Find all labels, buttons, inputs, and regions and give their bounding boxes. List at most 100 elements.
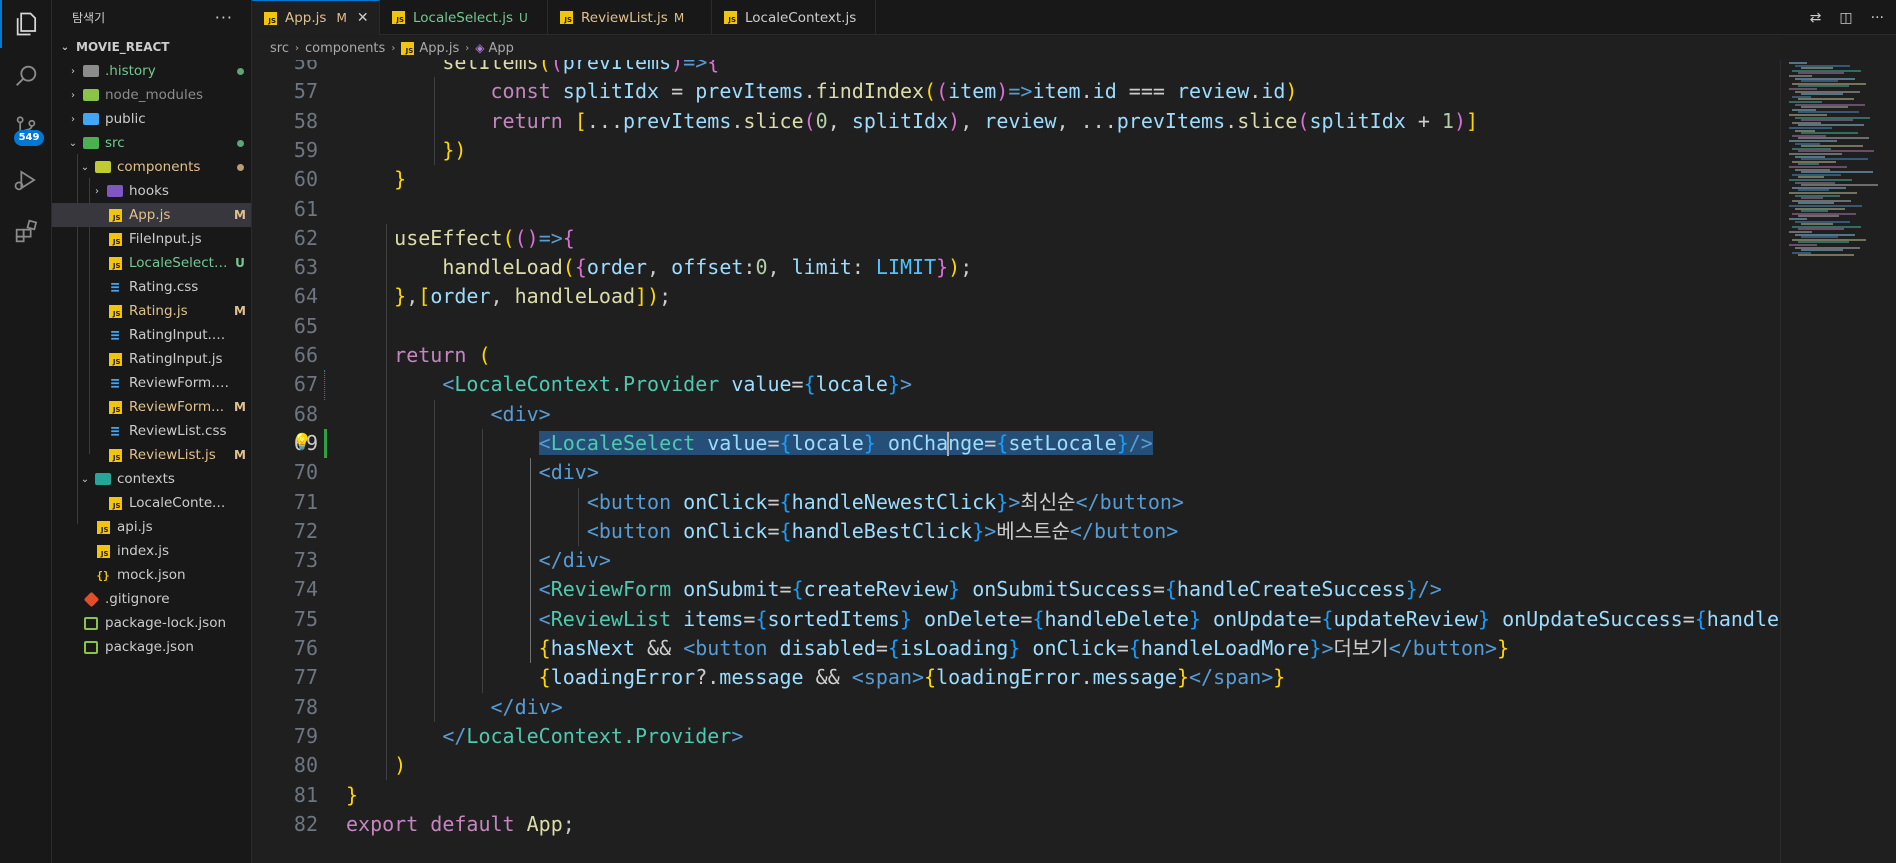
minimap-line bbox=[1798, 254, 1854, 257]
tree-item-rating-css[interactable]: ≡ Rating.css bbox=[52, 275, 251, 299]
code-line[interactable]: <button onClick={handleNewestClick}>최신순<… bbox=[346, 488, 1184, 517]
tree-item-reviewform-js[interactable]: JS ReviewForm... M bbox=[52, 395, 251, 419]
tree-item-localecontext-js[interactable]: JS LocaleContext.js bbox=[52, 491, 251, 515]
code-line[interactable]: ) bbox=[346, 751, 406, 780]
tree-item-mock-json[interactable]: {} mock.json bbox=[52, 563, 251, 587]
tab-status: M bbox=[336, 11, 347, 25]
lightbulb-icon[interactable]: 💡 bbox=[292, 432, 312, 451]
javascript-file-icon: JS bbox=[107, 447, 123, 463]
tree-item-contexts[interactable]: ⌄ contexts bbox=[52, 467, 251, 491]
tab-status: M bbox=[673, 10, 685, 25]
line-number: 63 bbox=[293, 255, 318, 280]
javascript-file-icon: JS bbox=[724, 11, 737, 24]
tree-item-public[interactable]: › public bbox=[52, 107, 251, 131]
tree-item-app-js[interactable]: JS App.js M bbox=[52, 203, 251, 227]
line-number: 76 bbox=[293, 636, 318, 660]
workspace-root-label: MOVIE_REACT bbox=[76, 40, 170, 54]
tree-item-history[interactable]: › .history bbox=[52, 59, 251, 83]
code-line[interactable]: {loadingError?.message && <span>{loading… bbox=[346, 663, 1286, 692]
tree-item-reviewlist-js[interactable]: JS ReviewList.js M bbox=[52, 443, 251, 467]
tree-item-package-json[interactable]: package.json bbox=[52, 635, 251, 659]
status-badge: M bbox=[234, 208, 246, 222]
extensions-icon[interactable] bbox=[0, 208, 52, 256]
workspace-root[interactable]: ⌄ MOVIE_REACT bbox=[52, 36, 251, 58]
tree-item-reviewform-css[interactable]: ≡ ReviewForm.css bbox=[52, 371, 251, 395]
git-file-icon bbox=[83, 591, 99, 607]
more-actions-icon[interactable]: ··· bbox=[215, 8, 233, 27]
code-line[interactable]: } bbox=[346, 781, 358, 810]
close-icon[interactable]: ✕ bbox=[357, 10, 369, 26]
tree-item-ratinginput-css[interactable]: ≡ RatingInput.css bbox=[52, 323, 251, 347]
code-line[interactable]: export default App; bbox=[346, 810, 575, 839]
line-number: 72 bbox=[293, 518, 318, 543]
code-line[interactable]: }) bbox=[346, 136, 466, 165]
tree-item-gitignore[interactable]: .gitignore bbox=[52, 587, 251, 611]
tree-item-components[interactable]: ⌄ components bbox=[52, 155, 251, 179]
chevron-down-icon: ⌄ bbox=[60, 41, 70, 53]
tab-localeselect-js[interactable]: JS LocaleSelect.js U bbox=[380, 0, 548, 35]
tree-item-rating-js[interactable]: JS Rating.js M bbox=[52, 299, 251, 323]
split-editor-icon[interactable]: ◫ bbox=[1839, 10, 1852, 26]
tab-app-js[interactable]: JS App.js M ✕ bbox=[252, 0, 380, 35]
code-line[interactable]: <LocaleSelect value={locale} onChange={s… bbox=[346, 429, 1153, 458]
code-line[interactable]: <div> bbox=[346, 458, 599, 487]
code-line[interactable]: useEffect(()=>{ bbox=[346, 224, 575, 253]
code-line[interactable]: </div> bbox=[346, 693, 563, 722]
breadcrumb-item[interactable]: components bbox=[305, 41, 385, 56]
chevron-right-icon: › bbox=[95, 185, 99, 197]
code-line[interactable]: <button onClick={handleBestClick}>베스트순</… bbox=[346, 517, 1178, 546]
explorer-icon[interactable] bbox=[0, 0, 52, 48]
more-actions-icon[interactable]: ··· bbox=[1871, 10, 1884, 26]
run-debug-icon[interactable] bbox=[0, 156, 52, 204]
code-line[interactable]: <ReviewList items={sortedItems} onDelete… bbox=[346, 605, 1780, 634]
code-line[interactable]: } bbox=[346, 165, 406, 194]
code-line[interactable]: {hasNext && <button disabled={isLoading}… bbox=[346, 634, 1509, 663]
code-line[interactable]: <div> bbox=[346, 400, 551, 429]
breadcrumb-item[interactable]: src bbox=[270, 41, 289, 56]
search-icon[interactable] bbox=[0, 52, 52, 100]
editor-actions: ⇄ ◫ ··· bbox=[1810, 0, 1884, 35]
breadcrumb-item[interactable]: App.js bbox=[419, 41, 459, 56]
tree-item-node-modules[interactable]: › node_modules bbox=[52, 83, 251, 107]
tree-item-fileinput-js[interactable]: JS FileInput.js bbox=[52, 227, 251, 251]
tree-item-label: package.json bbox=[105, 639, 194, 655]
tree-item-ratinginput-js[interactable]: JS RatingInput.js bbox=[52, 347, 251, 371]
code-line[interactable]: return ( bbox=[346, 341, 490, 370]
tree-item-label: node_modules bbox=[105, 87, 204, 103]
line-number: 70 bbox=[293, 460, 318, 485]
code-line[interactable]: const splitIdx = prevItems.findIndex((it… bbox=[346, 77, 1298, 106]
code-line[interactable]: <ReviewForm onSubmit={createReview} onSu… bbox=[346, 575, 1442, 604]
code-line[interactable]: return [...prevItems.slice(0, splitIdx),… bbox=[346, 107, 1479, 136]
tree-item-hooks[interactable]: › hooks bbox=[52, 179, 251, 203]
tab-reviewlist-js[interactable]: JS ReviewList.js M bbox=[548, 0, 712, 35]
breadcrumb-item[interactable]: App bbox=[488, 41, 513, 56]
minimap[interactable] bbox=[1780, 60, 1896, 863]
folder-open-icon bbox=[95, 471, 111, 487]
line-number: 57 bbox=[293, 79, 318, 104]
tree-item-src[interactable]: ⌄ src bbox=[52, 131, 251, 155]
tree-item-reviewlist-css[interactable]: ≡ ReviewList.css bbox=[52, 419, 251, 443]
compare-changes-icon[interactable]: ⇄ bbox=[1810, 10, 1822, 26]
line-number: 58 bbox=[293, 108, 318, 133]
code-line[interactable]: handleLoad({order, offset:0, limit: LIMI… bbox=[346, 253, 972, 282]
tree-item-index-js[interactable]: JS index.js bbox=[52, 539, 251, 563]
line-number: 56 bbox=[293, 60, 318, 74]
tab-localecontext-js[interactable]: JS LocaleContext.js bbox=[712, 0, 876, 35]
npm-package-icon bbox=[83, 615, 99, 631]
code-line[interactable]: </LocaleContext.Provider> bbox=[346, 722, 743, 751]
code-line[interactable]: setItems((prevItems)=>{ bbox=[346, 60, 719, 77]
code-line[interactable]: </div> bbox=[346, 546, 611, 575]
tree-item-api-js[interactable]: JS api.js bbox=[52, 515, 251, 539]
code-line[interactable]: <LocaleContext.Provider value={locale}> bbox=[346, 370, 912, 399]
css-file-icon: ≡ bbox=[110, 374, 120, 392]
tree-item-localeselect-js[interactable]: JS LocaleSelect.js U bbox=[52, 251, 251, 275]
tree-item-package-lock-json[interactable]: package-lock.json bbox=[52, 611, 251, 635]
tree-item-label: ReviewForm... bbox=[129, 399, 225, 415]
code-line[interactable]: },[order, handleLoad]); bbox=[346, 282, 671, 311]
code-editor[interactable]: 56 57 58 59 60 61 62 63 64 65 66 67 68 69 70 71 72 73 74 75… bbox=[252, 60, 1780, 863]
source-control-badge: 549 bbox=[14, 130, 44, 146]
line-number: 81 bbox=[293, 782, 318, 807]
css-file-icon: ≡ bbox=[110, 422, 120, 440]
chevron-right-icon: › bbox=[465, 42, 470, 54]
chevron-down-icon: ⌄ bbox=[68, 137, 78, 149]
